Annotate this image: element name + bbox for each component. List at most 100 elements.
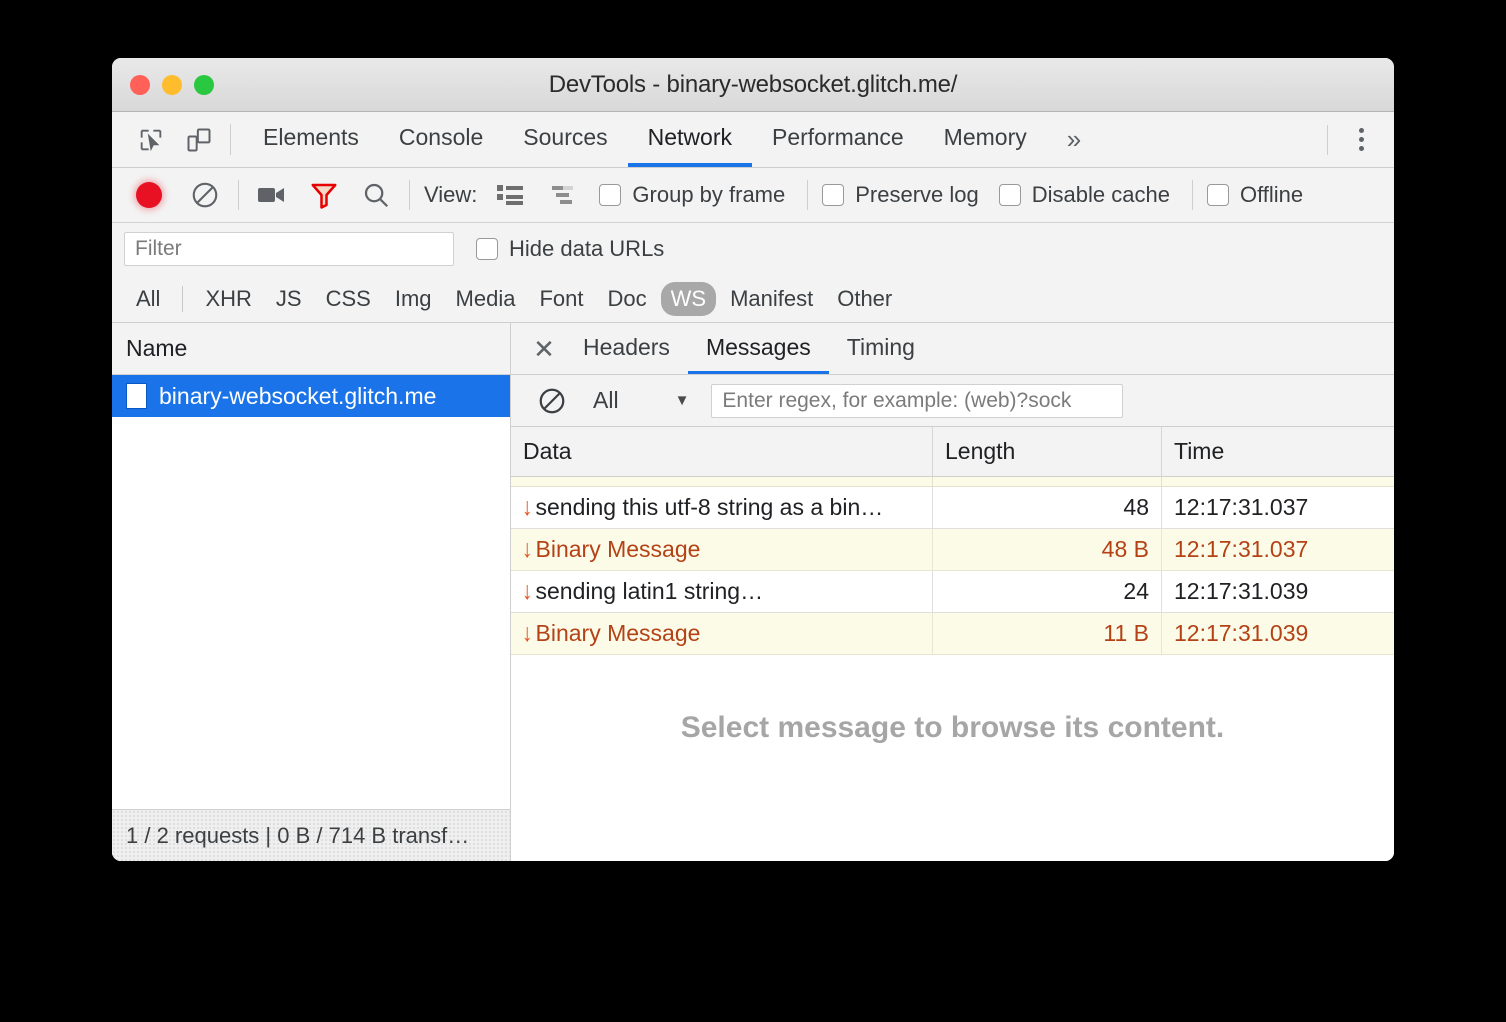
chevron-down-icon[interactable]: ▼: [675, 392, 690, 409]
close-icon[interactable]: ✕: [523, 323, 565, 374]
type-filter-js[interactable]: JS: [266, 282, 312, 316]
tab-label: Memory: [944, 124, 1027, 151]
message-length-cell: 48: [933, 487, 1162, 528]
clear-icon[interactable]: [186, 176, 224, 214]
group-by-frame-checkbox[interactable]: Group by frame: [599, 182, 785, 208]
inspect-cursor-icon[interactable]: [132, 121, 170, 159]
checkbox-label: Hide data URLs: [509, 236, 664, 262]
messages-table: Data Length Time ↓ sending this utf-8 st…: [511, 427, 1394, 655]
message-time-cell: 12:17:31.037: [1162, 529, 1394, 570]
tab-label: Performance: [772, 124, 904, 151]
type-filter-media[interactable]: Media: [446, 282, 526, 316]
message-row[interactable]: ↓ Binary Message 48 B 12:17:31.037: [511, 529, 1394, 571]
column-header-data[interactable]: Data: [511, 427, 933, 476]
type-filter-ws[interactable]: WS: [661, 282, 716, 316]
type-filter-all[interactable]: All: [126, 282, 170, 316]
divider: [182, 286, 183, 312]
type-filter-img[interactable]: Img: [385, 282, 442, 316]
type-filter-xhr[interactable]: XHR: [195, 282, 261, 316]
type-filter-font[interactable]: Font: [529, 282, 593, 316]
message-data-text: sending latin1 string…: [536, 578, 764, 605]
tab-timing[interactable]: Timing: [829, 323, 933, 374]
type-filter-other[interactable]: Other: [827, 282, 902, 316]
network-status-bar: 1 / 2 requests | 0 B / 714 B transf…: [112, 809, 510, 861]
devtools-left-icons: [112, 112, 218, 167]
message-length-cell: 48 B: [933, 529, 1162, 570]
record-button[interactable]: [130, 176, 168, 214]
clear-messages-icon[interactable]: [533, 382, 571, 420]
tab-headers[interactable]: Headers: [565, 323, 688, 374]
type-filter-manifest[interactable]: Manifest: [720, 282, 823, 316]
checkbox-box[interactable]: [822, 184, 844, 206]
more-tabs-icon[interactable]: »: [1047, 112, 1101, 167]
tab-elements[interactable]: Elements: [243, 112, 379, 167]
message-time-cell: 12:17:31.039: [1162, 571, 1394, 612]
devtools-tabs: Elements Console Sources Network Perform…: [243, 112, 1101, 167]
window-title: DevTools - binary-websocket.glitch.me/: [112, 71, 1394, 99]
divider: [1192, 180, 1193, 210]
camera-icon[interactable]: [253, 176, 291, 214]
tab-network[interactable]: Network: [628, 112, 752, 167]
column-header-length[interactable]: Length: [933, 427, 1162, 476]
divider: [238, 180, 239, 210]
vertical-dots-icon[interactable]: [1342, 121, 1380, 159]
arrow-down-icon: ↓: [522, 579, 533, 604]
hide-data-urls-checkbox[interactable]: Hide data URLs: [476, 236, 664, 262]
tab-label: Network: [648, 124, 732, 151]
devtools-window: DevTools - binary-websocket.glitch.me/ E…: [112, 58, 1394, 861]
checkbox-box[interactable]: [476, 238, 498, 260]
device-toolbar-icon[interactable]: [180, 121, 218, 159]
divider: [1327, 125, 1328, 155]
message-type-select-value[interactable]: All: [593, 387, 619, 414]
tab-messages[interactable]: Messages: [688, 323, 829, 374]
checkbox-label: Preserve log: [855, 182, 979, 208]
divider: [230, 124, 231, 155]
messages-table-header: Data Length Time: [511, 427, 1394, 477]
title-bar: DevTools - binary-websocket.glitch.me/: [112, 58, 1394, 112]
search-icon[interactable]: [357, 176, 395, 214]
message-length-cell: 24: [933, 571, 1162, 612]
message-row[interactable]: ↓ Binary Message 11 B 12:17:31.039: [511, 613, 1394, 655]
requests-column-header: Name: [112, 323, 510, 375]
divider: [807, 180, 808, 210]
message-data-cell: ↓ Binary Message: [511, 613, 933, 654]
type-filter-css[interactable]: CSS: [316, 282, 381, 316]
request-row[interactable]: binary-websocket.glitch.me: [112, 375, 510, 417]
view-label: View:: [424, 182, 477, 208]
message-filter-bar: All ▼: [511, 375, 1394, 427]
requests-pane: Name binary-websocket.glitch.me 1 / 2 re…: [112, 323, 511, 861]
checkbox-box[interactable]: [999, 184, 1021, 206]
message-row[interactable]: ↓ sending this utf-8 string as a bin… 48…: [511, 487, 1394, 529]
arrow-down-icon: ↓: [522, 621, 533, 646]
checkbox-label: Offline: [1240, 182, 1303, 208]
arrow-down-icon: ↓: [522, 495, 533, 520]
filter-row: Hide data URLs: [112, 223, 1394, 275]
tab-label: Console: [399, 124, 483, 151]
filter-funnel-icon[interactable]: [305, 176, 343, 214]
offline-checkbox[interactable]: Offline: [1207, 182, 1303, 208]
tab-sources[interactable]: Sources: [503, 112, 627, 167]
arrow-down-icon: ↓: [522, 537, 533, 562]
preserve-log-checkbox[interactable]: Preserve log: [822, 182, 979, 208]
network-toolbar: View: Group by frame Preserve log: [112, 168, 1394, 223]
list-view-icon[interactable]: [491, 176, 529, 214]
message-row[interactable]: ↓ sending latin1 string… 24 12:17:31.039: [511, 571, 1394, 613]
tab-console[interactable]: Console: [379, 112, 503, 167]
filter-input[interactable]: [124, 232, 454, 266]
waterfall-view-icon[interactable]: [543, 176, 581, 214]
checkbox-label: Disable cache: [1032, 182, 1170, 208]
content-split: Name binary-websocket.glitch.me 1 / 2 re…: [112, 323, 1394, 861]
checkbox-box[interactable]: [599, 184, 621, 206]
column-header-time[interactable]: Time: [1162, 427, 1394, 476]
tab-performance[interactable]: Performance: [752, 112, 924, 167]
requests-list: binary-websocket.glitch.me: [112, 375, 510, 809]
message-length-cell: 11 B: [933, 613, 1162, 654]
disable-cache-checkbox[interactable]: Disable cache: [999, 182, 1170, 208]
regex-filter-input[interactable]: [711, 384, 1123, 418]
type-filter-doc[interactable]: Doc: [597, 282, 656, 316]
tab-memory[interactable]: Memory: [924, 112, 1047, 167]
document-icon: [126, 383, 147, 409]
empty-state-message: Select message to browse its content.: [511, 655, 1394, 861]
message-data-text: Binary Message: [536, 620, 701, 647]
checkbox-box[interactable]: [1207, 184, 1229, 206]
